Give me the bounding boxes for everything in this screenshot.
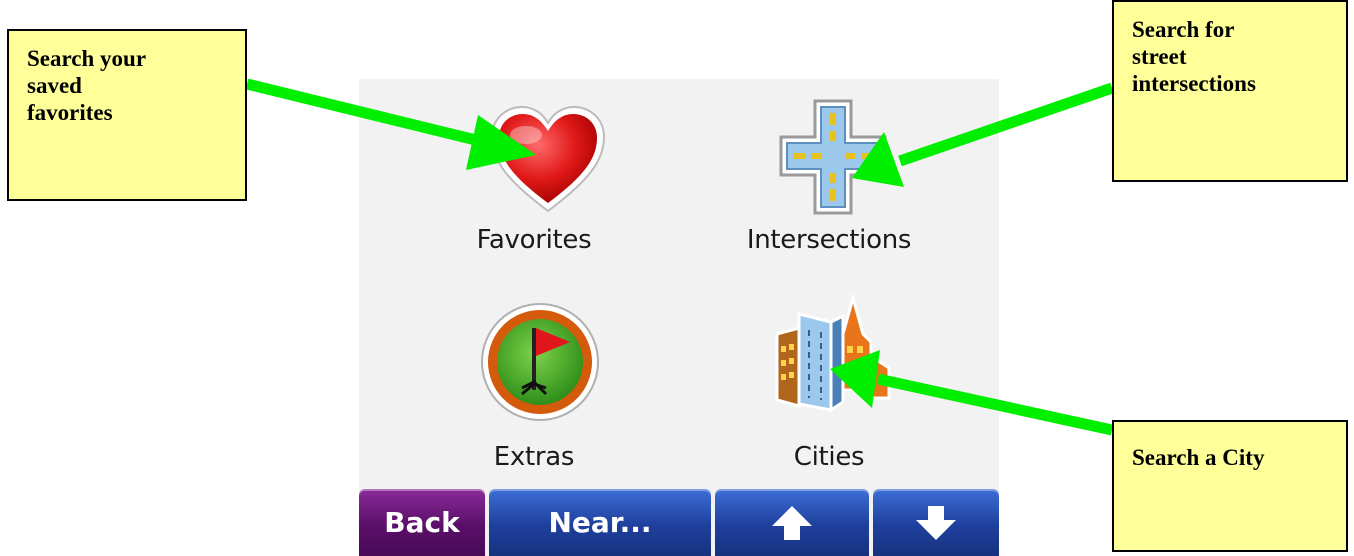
intersections-label: Intersections (746, 225, 912, 255)
city-buildings-icon (775, 294, 891, 413)
arrow-up-icon (772, 505, 812, 540)
gps-screen: Favorites Intersections Extras Cities Ba… (359, 79, 999, 556)
favorites-label: Favorites (476, 225, 592, 255)
scroll-down-button[interactable] (873, 489, 999, 556)
bottom-button-bar: Back Near... (359, 483, 999, 556)
extras-label: Extras (493, 442, 575, 472)
callout-cities: Search a City (1112, 420, 1348, 552)
extras-tile[interactable]: Extras (394, 294, 674, 484)
flag-icon (481, 303, 599, 421)
heart-icon (490, 105, 606, 213)
intersections-tile[interactable]: Intersections (689, 89, 969, 279)
near-button[interactable]: Near... (489, 489, 711, 556)
cities-tile[interactable]: Cities (689, 294, 969, 484)
callout-intersections: Search for street intersections (1112, 0, 1348, 182)
callout-favorites: Search your saved favorites (7, 29, 247, 201)
arrow-down-icon (916, 505, 956, 540)
back-button[interactable]: Back (359, 489, 485, 556)
favorites-tile[interactable]: Favorites (394, 89, 674, 279)
cities-label: Cities (793, 442, 865, 472)
intersection-icon (779, 99, 887, 215)
scroll-up-button[interactable] (715, 489, 869, 556)
